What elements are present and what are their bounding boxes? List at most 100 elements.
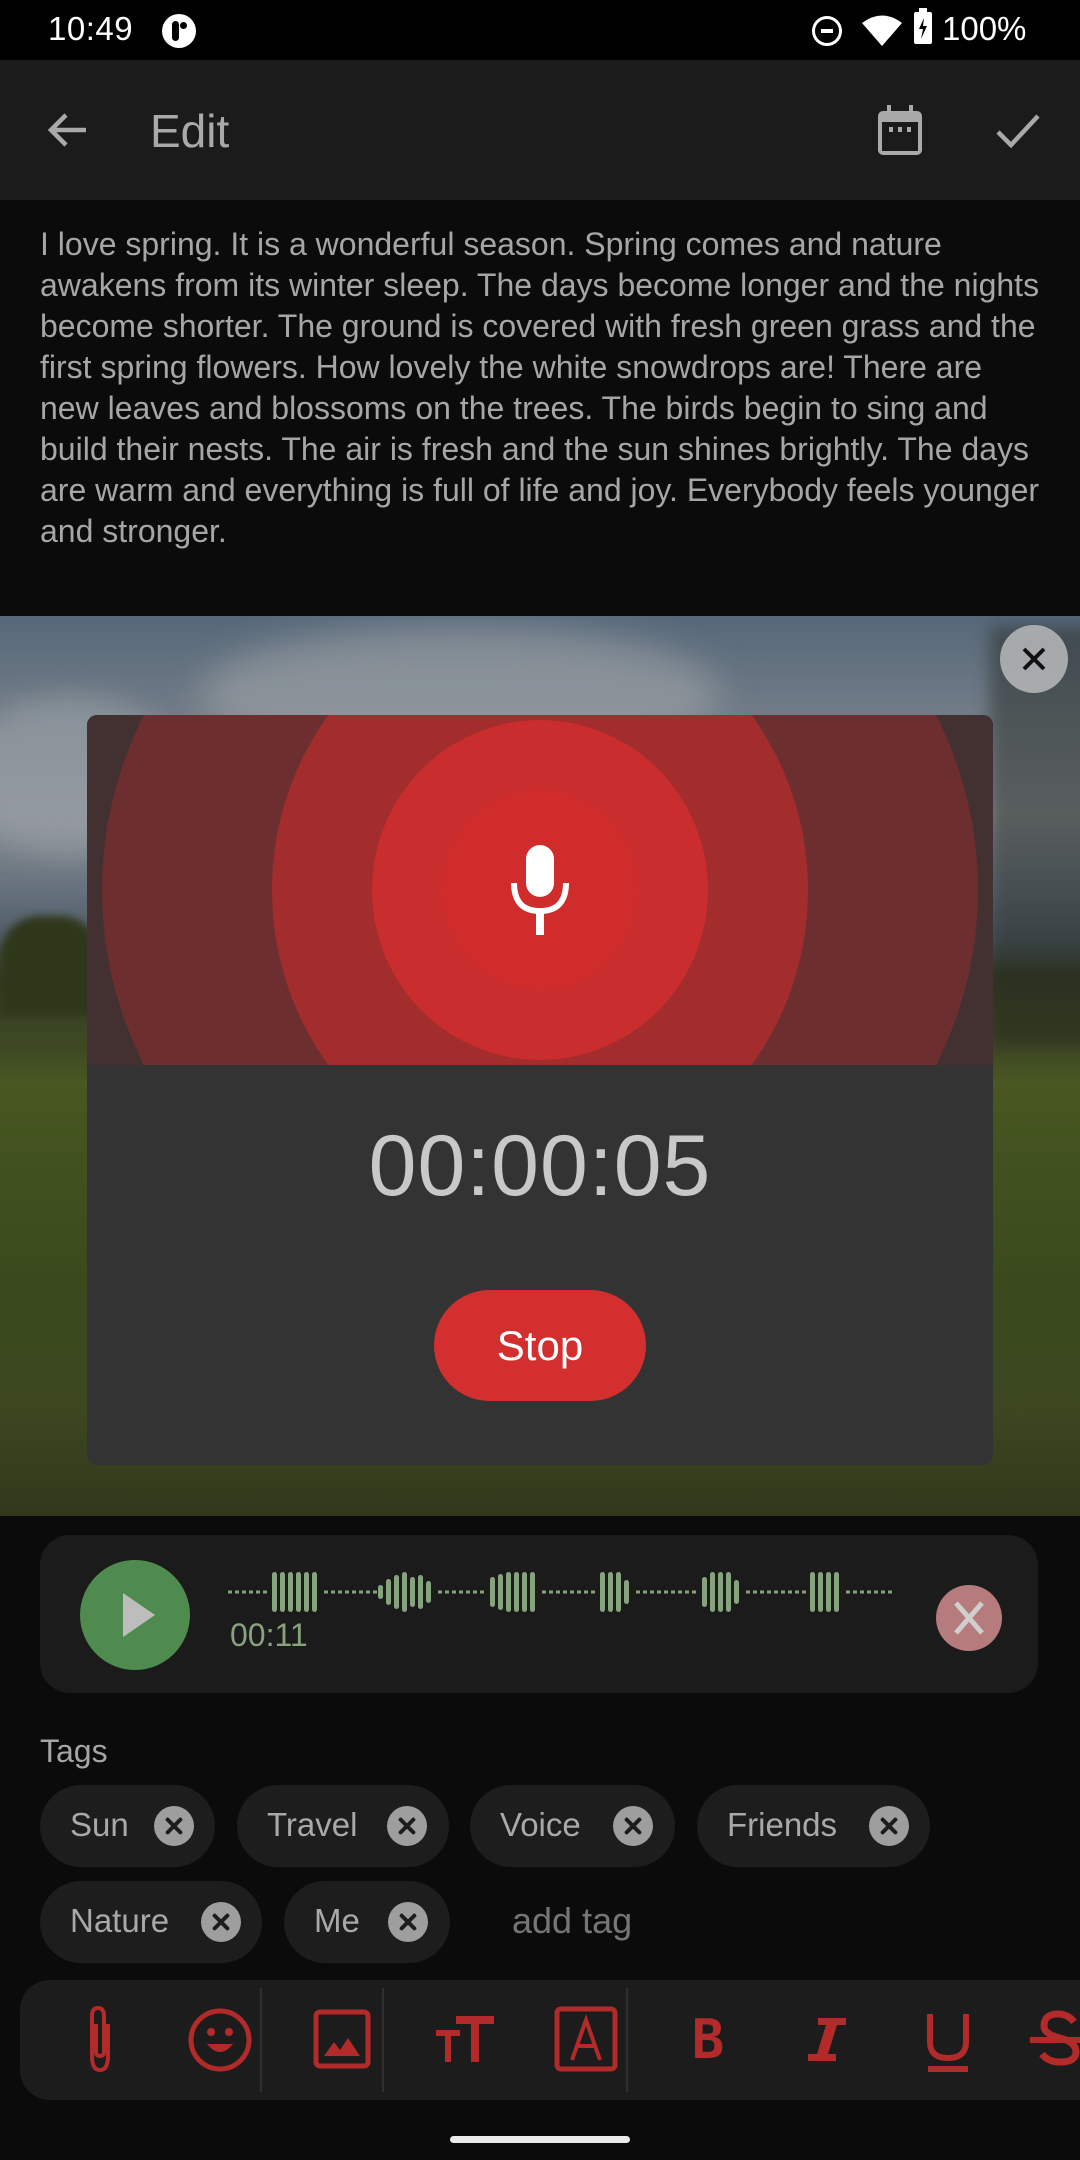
remove-tag-icon[interactable] [154,1806,194,1846]
waveform-dot [256,1590,260,1594]
waveform-bar [702,1577,707,1607]
waveform-dot [760,1590,764,1594]
strikethrough-button[interactable] [1020,2000,1080,2080]
waveform-bar [288,1572,293,1612]
recording-visualizer [87,715,993,1065]
waveform-bar [386,1579,391,1605]
paperclip-icon [90,2005,110,2073]
waveform-dot [445,1590,449,1594]
tag-chip[interactable]: Voice [470,1785,675,1867]
play-button[interactable] [80,1560,190,1670]
waveform-dot [846,1590,850,1594]
date-button[interactable] [872,102,928,158]
bold-glyph: B [692,2008,725,2071]
navigation-bar [0,2124,1080,2160]
tag-label: Friends [727,1806,838,1843]
waveform-dot [352,1590,356,1594]
italic-button[interactable] [788,2000,868,2080]
do-not-disturb-icon [812,16,842,46]
waveform-dot [788,1590,792,1594]
waveform-dot [563,1590,567,1594]
remove-tag-icon[interactable] [387,1806,427,1846]
emoji-button[interactable] [180,2000,260,2080]
calendar-icon [878,105,922,155]
remove-tag-icon[interactable] [388,1902,428,1942]
audio-attachment: 00:11 [40,1535,1038,1693]
waveform-dot [228,1590,232,1594]
waveform-dot [678,1590,682,1594]
back-button[interactable] [40,102,96,158]
waveform-dot [584,1590,588,1594]
audio-waveform[interactable] [228,1567,938,1617]
waveform-bar [616,1572,621,1612]
remove-photo-button[interactable] [1000,625,1068,693]
bold-icon: B [692,2008,725,2071]
tag-chip[interactable]: Me [284,1881,450,1963]
underline-button[interactable] [908,2000,988,2080]
waveform-bar [304,1572,309,1612]
waveform-dot [767,1590,771,1594]
waveform-bar [710,1572,715,1612]
waveform-bar [810,1572,815,1612]
tags-label: Tags [40,1733,108,1769]
bold-button[interactable]: B [668,2000,748,2080]
remove-tag-icon[interactable] [613,1806,653,1846]
note-body[interactable]: I love spring. It is a wonderful season.… [0,200,1080,616]
waveform-bar [530,1572,535,1612]
arrow-left-icon [47,113,86,147]
tag-chip[interactable]: Friends [697,1785,930,1867]
text-color-button[interactable] [546,2000,626,2080]
tag-chip[interactable]: Travel [237,1785,449,1867]
waveform-dot [781,1590,785,1594]
waveform-bar [394,1575,399,1609]
add-tag-input[interactable] [512,1900,712,1942]
waveform-dot [570,1590,574,1594]
waveform-bar [506,1572,511,1612]
remove-tag-icon[interactable] [201,1902,241,1942]
waveform-dot [324,1590,328,1594]
waveform-dot [263,1590,267,1594]
remove-tag-icon[interactable] [869,1806,909,1846]
status-time: 10:49 [48,10,134,47]
save-button[interactable] [990,102,1046,158]
toolbar-divider [626,1988,628,2092]
waveform-dot [359,1590,363,1594]
close-icon [954,1601,984,1635]
waveform-dot [795,1590,799,1594]
waveform-dot [685,1590,689,1594]
waveform-bar [624,1580,629,1604]
delete-audio-button[interactable] [936,1585,1002,1651]
italic-icon [808,2018,846,2061]
waveform-dot [860,1590,864,1594]
strikethrough-icon [1030,2010,1080,2066]
text-size-button[interactable] [426,2000,506,2080]
waveform-dot [473,1590,477,1594]
waveform-dot [802,1590,806,1594]
waveform-dot [235,1590,239,1594]
waveform-dot [480,1590,484,1594]
waveform-bar [826,1572,831,1612]
waveform-bar [718,1572,723,1612]
check-icon [996,114,1040,149]
attach-button[interactable] [60,2000,140,2080]
tag-chip[interactable]: Sun [40,1785,215,1867]
underline-icon [927,2014,969,2072]
waveform-dot [373,1590,377,1594]
waveform-bar [600,1572,605,1612]
home-gesture-handle[interactable] [450,2136,630,2143]
waveform-bar [402,1572,407,1612]
waveform-bar [410,1577,415,1607]
tag-label: Voice [500,1806,581,1843]
waveform-bar [514,1572,519,1612]
close-icon [1022,647,1046,671]
waveform-bar [498,1574,503,1610]
app-notification-icon [162,14,196,48]
tag-chip[interactable]: Nature [40,1881,262,1963]
wifi-icon [862,15,902,46]
text-size-icon [436,2016,494,2062]
waveform-bar [312,1572,317,1612]
stop-recording-button[interactable]: Stop [434,1290,646,1401]
waveform-dot [459,1590,463,1594]
waveform-bar [818,1572,823,1612]
insert-image-button[interactable] [302,2000,382,2080]
